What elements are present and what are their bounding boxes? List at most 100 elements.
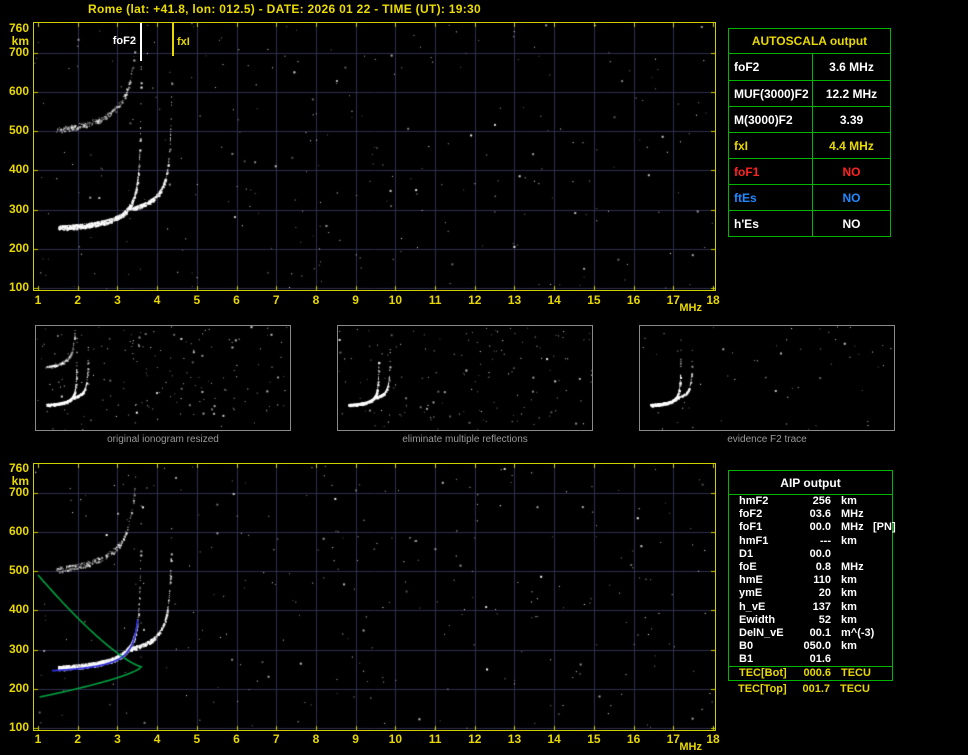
aip-row-unit: MHz [841,560,864,573]
aip-row-unit: m^(-3) [841,626,875,639]
x-tick-label: 9 [352,293,359,307]
aip-row-label: ymE [739,587,763,600]
aip-row-label: hmF1 [739,534,769,547]
y-tick-label: 400 [8,602,29,617]
x-tick-label: 6 [233,732,240,746]
aip-footer-row: TEC[Top] 001.7 TECU [728,683,893,696]
x-tick-label: 16 [626,732,641,746]
y-tick-label: 700 [8,484,29,499]
y-axis-unit: km [11,474,29,488]
autoscala-row-value: 12.2 MHz [825,87,878,101]
aip-row-extra [867,495,892,508]
aip-row-extra [867,601,892,614]
aip-row-label: foE [739,560,757,573]
thumbnail-canvas-eliminate-multiples [338,326,592,430]
autoscala-row-label: MUF(3000)F2 [729,81,813,107]
aip-row-extra [867,640,892,653]
x-tick-label: 18 [706,732,720,746]
y-tick-label: 100 [8,279,29,294]
y-tick-label: 300 [8,201,29,216]
aip-row-value: 0.8 [815,560,831,573]
aip-row-label: TEC[Top] [738,683,787,695]
aip-row-label: B1 [739,653,754,666]
x-tick-label: 11 [428,732,442,746]
fxi-marker-line [172,23,174,56]
aip-row-label: h_vE [739,600,766,613]
aip-row-extra [867,667,892,680]
aip-table-body: hmF2 256 km foF2 03.6 MHz foF1 00.0 MHz [PN] hmF1 -… [729,495,896,680]
aip-row: foF1 00.0 MHz [PN] [729,521,896,534]
aip-row-unit: MHz [841,508,864,521]
y-tick-label: 600 [8,83,29,98]
autoscala-row-label: h'Es [729,211,813,237]
aip-row-unit: km [841,495,857,507]
aip-row-extra [866,683,893,696]
x-tick-label: 2 [74,732,82,746]
aip-row-extra [867,535,892,548]
thumbnail-caption-evidence-f2: evidence F2 trace [727,434,807,445]
x-tick-label: 2 [74,293,82,307]
aip-row-label: TEC[Bot] [739,667,787,680]
aip-row-label: hmE [739,574,763,587]
x-tick-label: 13 [507,732,522,746]
aip-row-unit: km [841,587,857,600]
x-tick-label: 3 [114,732,121,746]
x-tick-label: 17 [666,293,680,307]
autoscala-row: h'Es NO [729,210,890,237]
autoscala-app: Rome (lat: +41.8, lon: 012.5) - DATE: 20… [0,0,968,755]
autoscala-table-body: foF2 3.6 MHz MUF(3000)F2 12.2 MHz M(3000)F2 3… [729,54,890,237]
aip-row-label: B0 [739,640,754,653]
x-tick-label: 14 [547,732,561,746]
y-tick-label: 500 [8,563,29,578]
autoscala-row-label: M(3000)F2 [729,107,813,133]
autoscala-row-value: 3.39 [839,113,864,127]
y-tick-label: 100 [8,719,29,734]
aip-row-extra [867,614,892,627]
aip-row-unit: km [841,640,857,653]
aip-row-label: Ewidth [739,613,776,626]
x-tick-label: 17 [666,732,680,746]
aip-row-extra [867,627,892,640]
aip-row: B1 01.6 [729,653,892,666]
autoscala-row: fxI 4.4 MHz [729,132,890,159]
autoscala-row: ftEs NO [729,184,890,211]
y-tick-label: 200 [8,240,29,255]
y-tick-label: 760 [8,21,29,35]
x-tick-label: 12 [468,732,482,746]
aip-row-extra [867,653,892,666]
y-axis-unit: km [11,34,29,48]
x-tick-label: 7 [272,732,280,746]
aip-row-value: 20 [818,587,831,600]
aip-row-extra [867,561,892,574]
x-tick-label: 15 [587,293,601,307]
ionogram-canvas-top [34,23,715,290]
thumbnail-evidence-f2-trace [639,325,895,431]
aip-row-unit [831,653,867,666]
aip-row: ymE 20 km [729,587,892,600]
aip-row-value: 110 [813,574,831,587]
aip-row: hmF1 --- km [729,535,892,548]
aip-row: B0 050.0 km [729,640,892,653]
aip-row-value: --- [820,534,831,547]
thumbnail-canvas-evidence-f2 [640,326,894,430]
x-tick-label: 4 [153,732,161,746]
page-title: Rome (lat: +41.8, lon: 012.5) - DATE: 20… [88,2,481,16]
x-tick-label: 1 [34,293,42,307]
y-tick-label: 700 [8,44,29,59]
aip-row: foE 0.8 MHz [729,561,892,574]
aip-row-value: 52 [818,613,831,626]
thumbnail-caption-original: original ionogram resized [107,434,219,445]
autoscala-row-value: 3.6 MHz [829,60,874,74]
autoscala-row: foF2 3.6 MHz [729,54,890,80]
thumbnail-eliminate-multiples [337,325,593,431]
x-tick-label: 7 [272,293,280,307]
x-tick-label: 8 [312,732,320,746]
autoscala-row: M(3000)F2 3.39 [729,106,890,133]
aip-row-unit: km [841,600,857,613]
x-tick-label: 16 [626,293,641,307]
autoscala-row-value: NO [842,165,861,179]
aip-row-value: 001.7 [802,683,830,695]
aip-row-label: DelN_vE [739,626,784,639]
y-tick-label: 200 [8,680,29,695]
aip-row-value: 01.6 [809,653,831,666]
